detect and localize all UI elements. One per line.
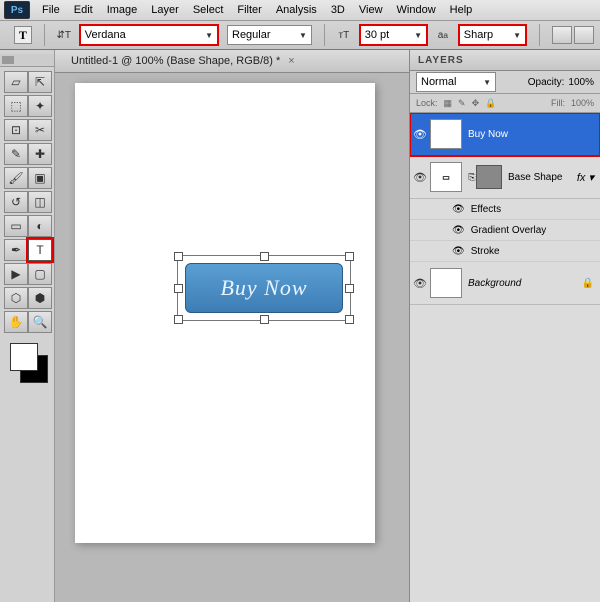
magic-wand-tool[interactable]: ✦ [28, 95, 52, 117]
lock-paint-icon[interactable]: ✎ [458, 98, 466, 109]
font-size-icon: тT [337, 28, 351, 42]
hand-tool[interactable]: ✋ [4, 311, 28, 333]
layer-thumb-shape: ▭ [430, 162, 462, 192]
menu-select[interactable]: Select [193, 4, 224, 16]
blur-tool[interactable]: ◐ [28, 215, 52, 237]
layer-name: Buy Now [468, 129, 508, 140]
history-brush-tool[interactable]: ↺ [4, 191, 28, 213]
menu-layer[interactable]: Layer [151, 4, 179, 16]
slice-tool[interactable]: ✂ [28, 119, 52, 141]
pen-tool[interactable]: ✒ [4, 239, 28, 261]
menu-file[interactable]: File [42, 4, 60, 16]
layer-thumb-text: T [430, 119, 462, 149]
layer-mask-thumb [476, 165, 502, 189]
tool-preset-icon[interactable]: T [14, 26, 32, 44]
menu-analysis[interactable]: Analysis [276, 4, 317, 16]
fill-label: Fill: [551, 98, 565, 108]
font-family-dropdown[interactable]: Verdana▼ [79, 24, 219, 46]
effect-gradient-overlay[interactable]: 👁Gradient Overlay [410, 220, 600, 241]
effect-stroke[interactable]: 👁Stroke [410, 241, 600, 262]
brush-tool[interactable]: 🖌 [4, 167, 28, 189]
menu-help[interactable]: Help [450, 4, 473, 16]
layers-panel: LAYERS Normal▼ Opacity: 100% Lock: ▦ ✎ ✥… [409, 50, 600, 602]
layer-thumb-bg [430, 268, 462, 298]
handle-tc[interactable] [260, 252, 269, 261]
direct-select-tool[interactable]: ⇱ [28, 71, 52, 93]
lock-transparent-icon[interactable]: ▦ [444, 98, 453, 109]
foreground-color[interactable] [10, 343, 38, 371]
menu-3d[interactable]: 3D [331, 4, 345, 16]
fill-value[interactable]: 100% [571, 98, 594, 108]
layer-base-shape[interactable]: 👁 ▭ ⎘ Base Shape fx ▾ [410, 156, 600, 199]
opacity-label: Opacity: [528, 77, 565, 88]
font-size-dropdown[interactable]: 30 pt▼ [359, 24, 428, 46]
move-tool[interactable]: ▱ [4, 71, 28, 93]
visibility-icon[interactable]: 👁 [410, 277, 430, 290]
anti-alias-icon: aa [436, 28, 450, 42]
menu-view[interactable]: View [359, 4, 383, 16]
orientation-icon[interactable]: ⇵T [57, 28, 71, 42]
eraser-tool[interactable]: ◫ [28, 191, 52, 213]
handle-ml[interactable] [174, 284, 183, 293]
layer-background[interactable]: 👁 Background 🔒 [410, 262, 600, 305]
effects-group[interactable]: 👁Effects [410, 199, 600, 220]
handle-tr[interactable] [345, 252, 354, 261]
marquee-tool[interactable]: ⬚ [4, 95, 28, 117]
3d-tool[interactable]: ⬡ [4, 287, 28, 309]
lock-icon: 🔒 [582, 278, 594, 289]
visibility-icon[interactable]: 👁 [410, 128, 430, 141]
options-bar: T ⇵T Verdana▼ Regular▼ тT 30 pt▼ aa Shar… [0, 21, 600, 50]
crop-tool[interactable]: ⊡ [4, 119, 28, 141]
color-swatches[interactable] [0, 337, 54, 399]
transform-bounding-box[interactable] [177, 255, 351, 321]
path-select-tool[interactable]: ▶ [4, 263, 28, 285]
align-center-icon[interactable] [574, 26, 594, 44]
opacity-value[interactable]: 100% [568, 77, 594, 88]
toolbox: ▱⇱⬚✦⊡✂✎✚🖌▣↺◫▭◐✒T▶▢⬡⬢✋🔍 [0, 50, 55, 602]
shape-tool[interactable]: ▢ [28, 263, 52, 285]
fx-icon[interactable]: fx ▾ [577, 171, 594, 184]
handle-bl[interactable] [174, 315, 183, 324]
handle-bc[interactable] [260, 315, 269, 324]
stamp-tool[interactable]: ▣ [28, 167, 52, 189]
handle-tl[interactable] [174, 252, 183, 261]
gradient-tool[interactable]: ▭ [4, 215, 28, 237]
menu-filter[interactable]: Filter [237, 4, 261, 16]
handle-mr[interactable] [345, 284, 354, 293]
layer-name: Background [468, 278, 521, 289]
lock-all-icon[interactable]: 🔒 [485, 98, 496, 109]
menu-bar: Ps File Edit Image Layer Select Filter A… [0, 0, 600, 21]
menu-edit[interactable]: Edit [74, 4, 93, 16]
blend-mode-dropdown[interactable]: Normal▼ [416, 72, 496, 92]
align-left-icon[interactable] [552, 26, 572, 44]
visibility-icon[interactable]: 👁 [410, 171, 430, 184]
patch-tool[interactable]: ✚ [28, 143, 52, 165]
zoom-tool[interactable]: 🔍 [28, 311, 52, 333]
menu-window[interactable]: Window [397, 4, 436, 16]
app-logo: Ps [4, 1, 30, 19]
lock-position-icon[interactable]: ✥ [472, 98, 480, 109]
main-menu: File Edit Image Layer Select Filter Anal… [42, 4, 472, 16]
layers-tab[interactable]: LAYERS [410, 50, 600, 71]
3d-camera-tool[interactable]: ⬢ [28, 287, 52, 309]
lock-label: Lock: [416, 98, 438, 108]
anti-alias-dropdown[interactable]: Sharp▼ [458, 24, 527, 46]
font-style-dropdown[interactable]: Regular▼ [227, 25, 312, 45]
document-tab[interactable]: Untitled-1 @ 100% (Base Shape, RGB/8) *× [55, 50, 409, 73]
layer-buy-now[interactable]: 👁 T Buy Now [410, 113, 600, 156]
type-tool[interactable]: T [28, 239, 52, 261]
menu-image[interactable]: Image [107, 4, 138, 16]
canvas-area: Buy Now [55, 73, 409, 602]
eyedropper-tool[interactable]: ✎ [4, 143, 28, 165]
layer-name: Base Shape [508, 172, 563, 183]
handle-br[interactable] [345, 315, 354, 324]
